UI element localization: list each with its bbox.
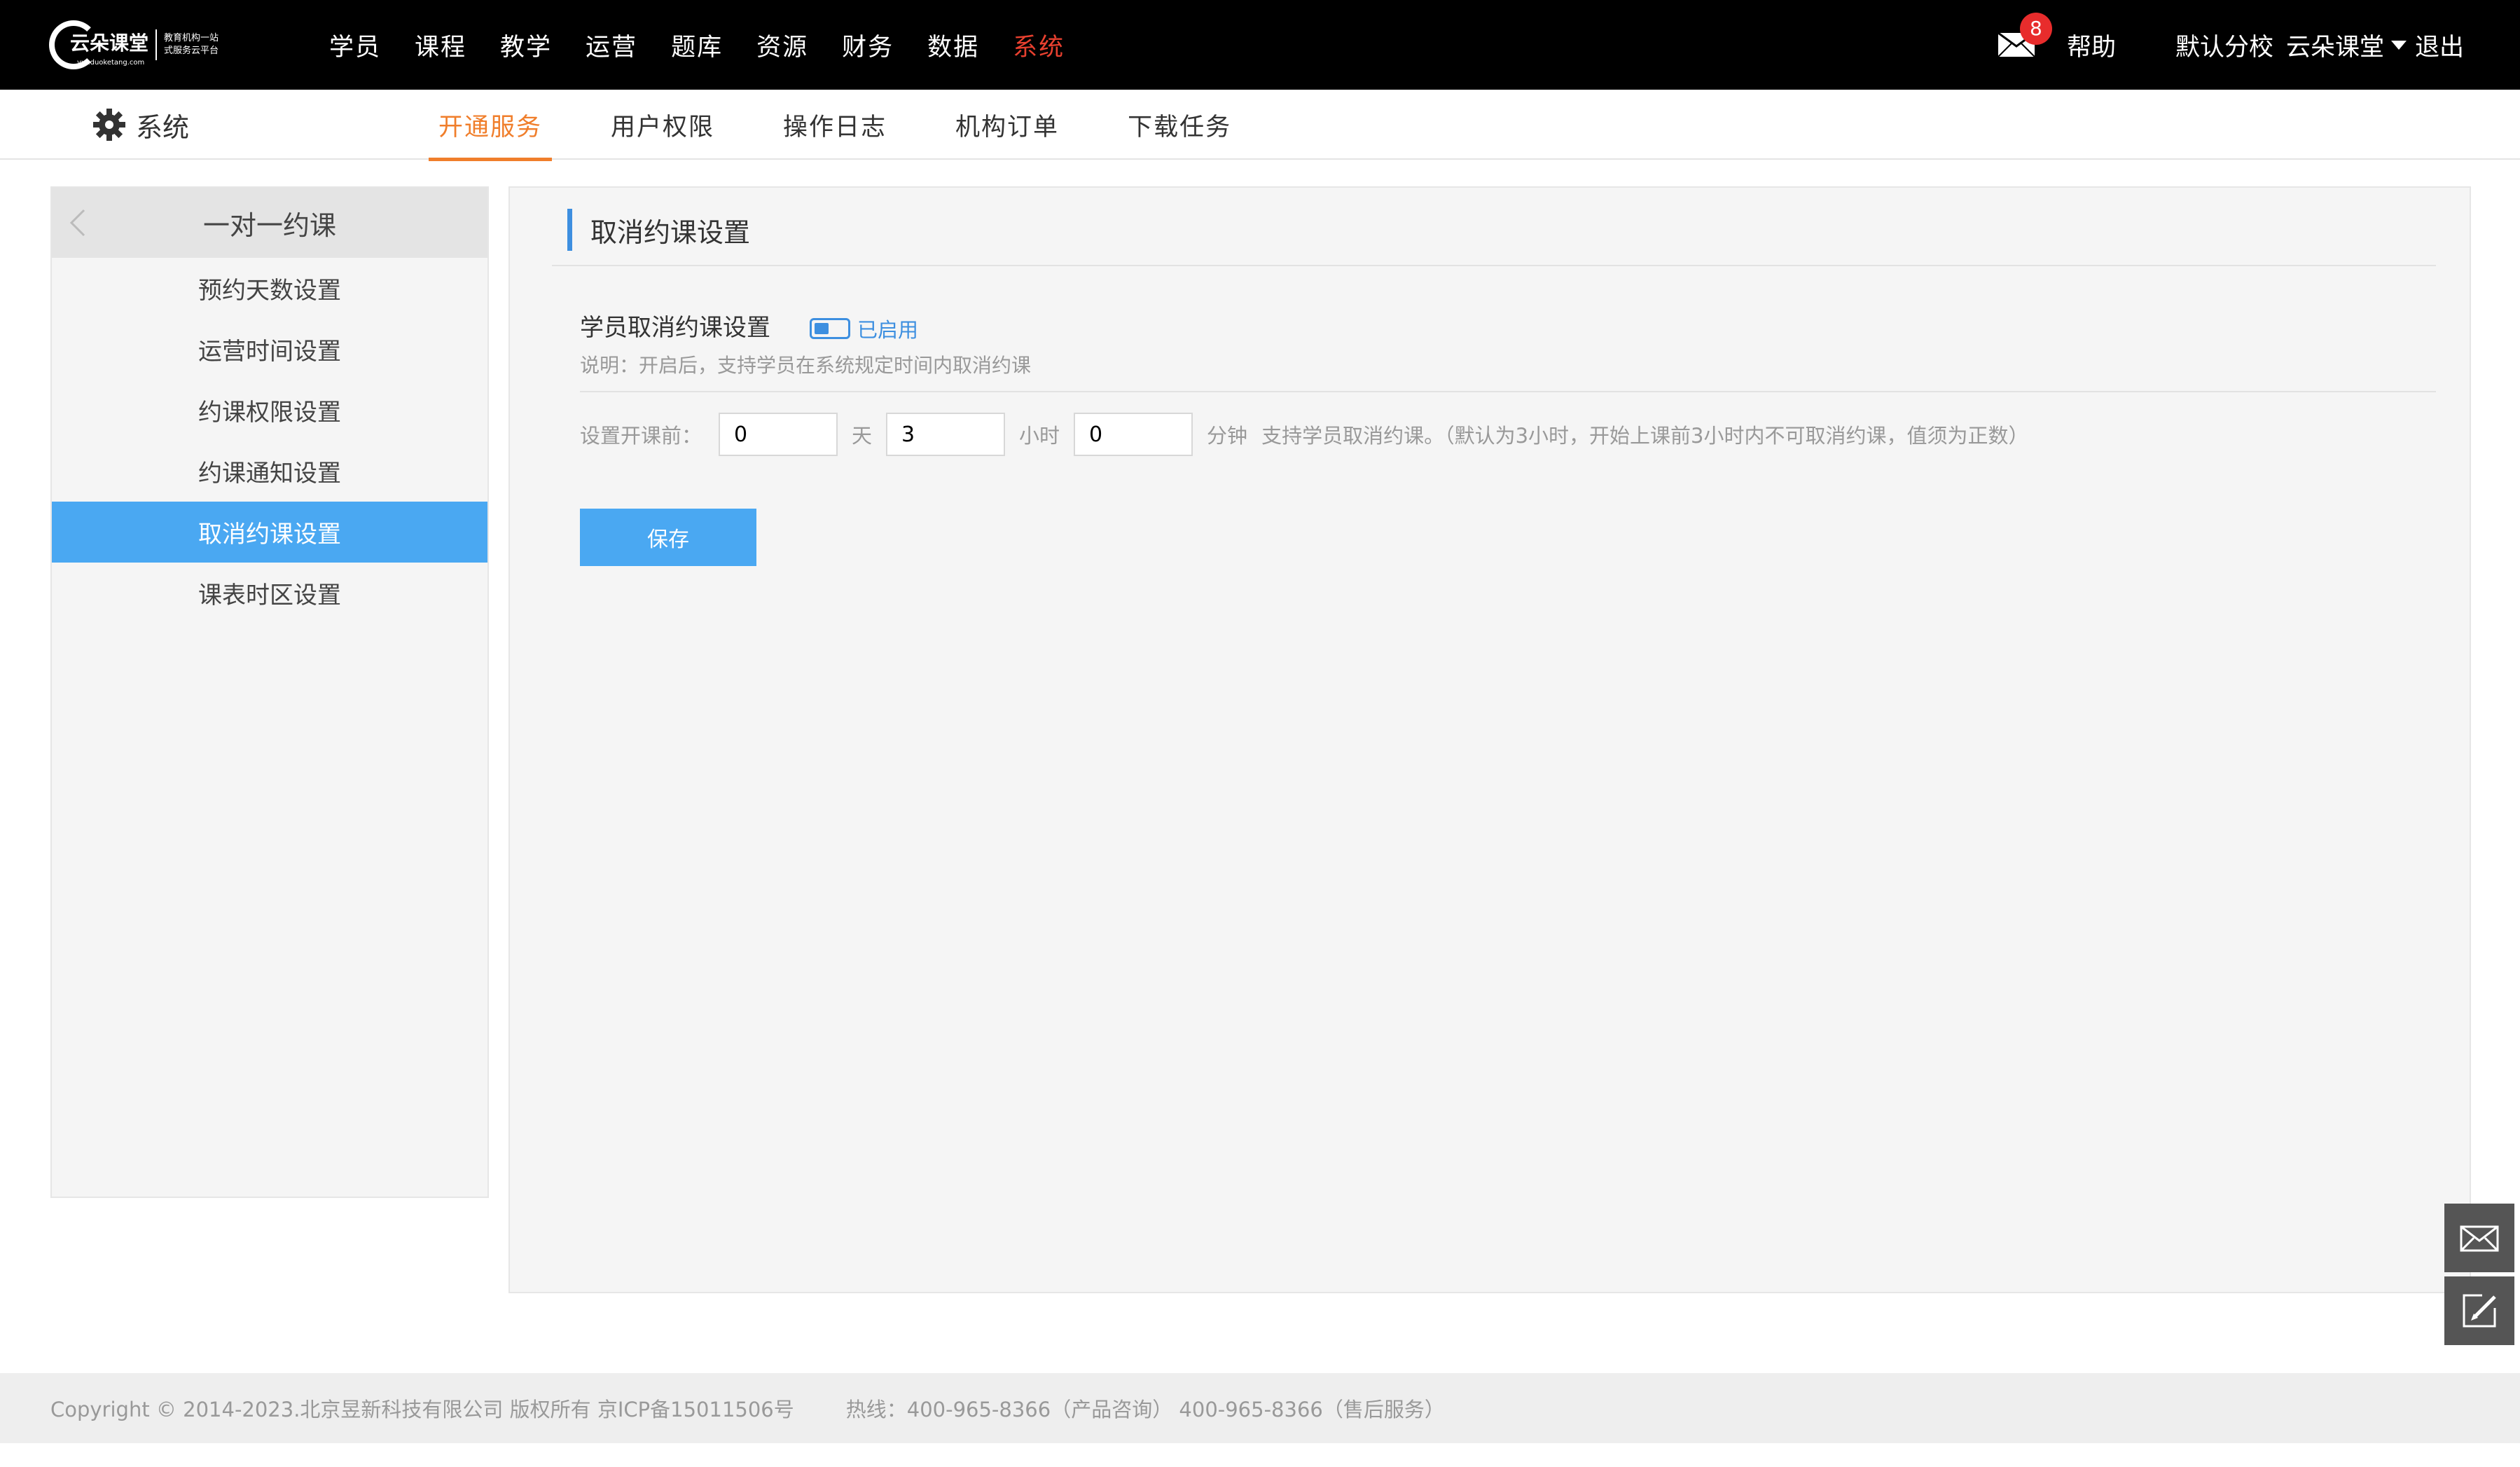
tab-open-services[interactable]: 开通服务 [429,90,553,161]
footer: Copyright © 2014-2023.北京昱新科技有限公司 版权所有 京I… [0,1373,2520,1443]
nav-item-resources[interactable]: 资源 [756,27,808,63]
nav-item-operations[interactable]: 运营 [586,27,637,63]
nav-item-finance[interactable]: 财务 [842,27,894,63]
logout-link[interactable]: 退出 [2415,27,2464,63]
header-right: 8 帮助 默认分校 云朵课堂 退出 [1998,0,2464,90]
section-title-text: 系统 [136,111,190,143]
sidebar-header: 一对一约课 [52,188,487,258]
float-feedback-button[interactable] [2444,1276,2514,1345]
minutes-unit: 分钟 [1207,424,1248,448]
sub-tabs: 开通服务 用户权限 操作日志 机构订单 下载任务 [429,90,1290,161]
hours-input[interactable] [886,413,1006,456]
cancel-setting-toggle[interactable]: 已启用 [810,314,918,343]
page-title: 取消约课设置 [567,209,750,251]
cancel-time-row: 设置开课前： 天 小时 分钟 支持学员取消约课。（默认为3小时，开始上课前3小时… [580,412,2028,457]
sidebar: 一对一约课 预约天数设置 运营时间设置 约课权限设置 约课通知设置 取消约课设置… [50,186,489,1198]
nav-item-question-bank[interactable]: 题库 [671,27,723,63]
setting-divider [580,391,2436,392]
messages-button[interactable]: 8 [1998,13,2052,57]
sidebar-item-cancel-booking[interactable]: 取消约课设置 [52,502,487,563]
tab-org-orders[interactable]: 机构订单 [946,90,1069,160]
float-message-button[interactable] [2444,1204,2514,1272]
sidebar-item-booking-permissions[interactable]: 约课权限设置 [52,380,487,441]
logo-slogan: 教育机构一站 式服务云平台 [164,32,219,57]
chevron-left-icon[interactable] [63,207,91,238]
section-title: 系统 [92,90,189,160]
sidebar-title: 一对一约课 [202,209,336,241]
days-input[interactable] [719,413,838,456]
nav-item-data[interactable]: 数据 [927,27,979,63]
edit-icon [2463,1294,2496,1328]
sidebar-item-booking-notifications[interactable]: 约课通知设置 [52,441,487,502]
toggle-status: 已启用 [857,318,919,342]
gear-icon [93,109,125,141]
caret-down-icon[interactable] [2390,40,2407,50]
tab-user-permissions[interactable]: 用户权限 [601,90,724,160]
logo[interactable]: 云朵课堂 yunduoketang.com 教育机构一站 式服务云平台 [49,18,252,71]
tab-download-tasks[interactable]: 下载任务 [1118,90,1241,160]
sidebar-item-operating-hours[interactable]: 运营时间设置 [52,319,487,380]
envelope-icon [2460,1225,2499,1252]
sidebar-item-booking-days[interactable]: 预约天数设置 [52,258,487,319]
title-divider [552,265,2436,266]
cancel-setting-label: 学员取消约课设置 [580,314,770,342]
nav-item-students[interactable]: 学员 [329,27,381,63]
logo-slogan-line-2: 式服务云平台 [164,46,219,56]
logo-url: yunduoketang.com [77,59,145,67]
days-unit: 天 [852,424,873,448]
branch-name: 默认分校 [2175,33,2273,62]
copyright-text: Copyright © 2014-2023.北京昱新科技有限公司 版权所有 京I… [50,1398,794,1421]
tab-operation-log[interactable]: 操作日志 [773,90,896,160]
hotline-text: 热线：400-965-8366（产品咨询） 400-965-8366（售后服务） [845,1398,1445,1421]
time-note: 支持学员取消约课。（默认为3小时，开始上课前3小时内不可取消约课，值须为正数） [1261,424,2029,448]
sub-navbar: 系统 开通服务 用户权限 操作日志 机构订单 下载任务 [0,90,2520,161]
time-label: 设置开课前： [580,424,702,448]
nav-item-teaching[interactable]: 教学 [500,27,552,63]
toggle-switch[interactable] [810,318,850,339]
toggle-knob [815,323,829,334]
hours-unit: 小时 [1019,424,1060,448]
main-nav: 学员 课程 教学 运营 题库 资源 财务 数据 系统 [329,0,1098,90]
user-menu[interactable]: 云朵课堂 [2286,27,2384,63]
main-panel: 取消约课设置 学员取消约课设置 已启用 说明：开启后，支持学员在系统规定时间内取… [508,186,2471,1293]
setting-description: 说明：开启后，支持学员在系统规定时间内取消约课 [580,354,1032,377]
nav-item-system[interactable]: 系统 [1013,27,1065,63]
logo-separator [155,29,158,60]
logo-slogan-line-1: 教育机构一站 [164,33,219,43]
minutes-input[interactable] [1074,413,1193,456]
message-count-badge: 8 [2019,13,2052,45]
nav-item-courses[interactable]: 课程 [415,27,466,63]
top-navbar: 云朵课堂 yunduoketang.com 教育机构一站 式服务云平台 学员 课… [0,0,2520,90]
sidebar-item-timezone[interactable]: 课表时区设置 [52,563,487,624]
save-button[interactable]: 保存 [580,509,756,566]
help-link[interactable]: 帮助 [2067,27,2116,63]
